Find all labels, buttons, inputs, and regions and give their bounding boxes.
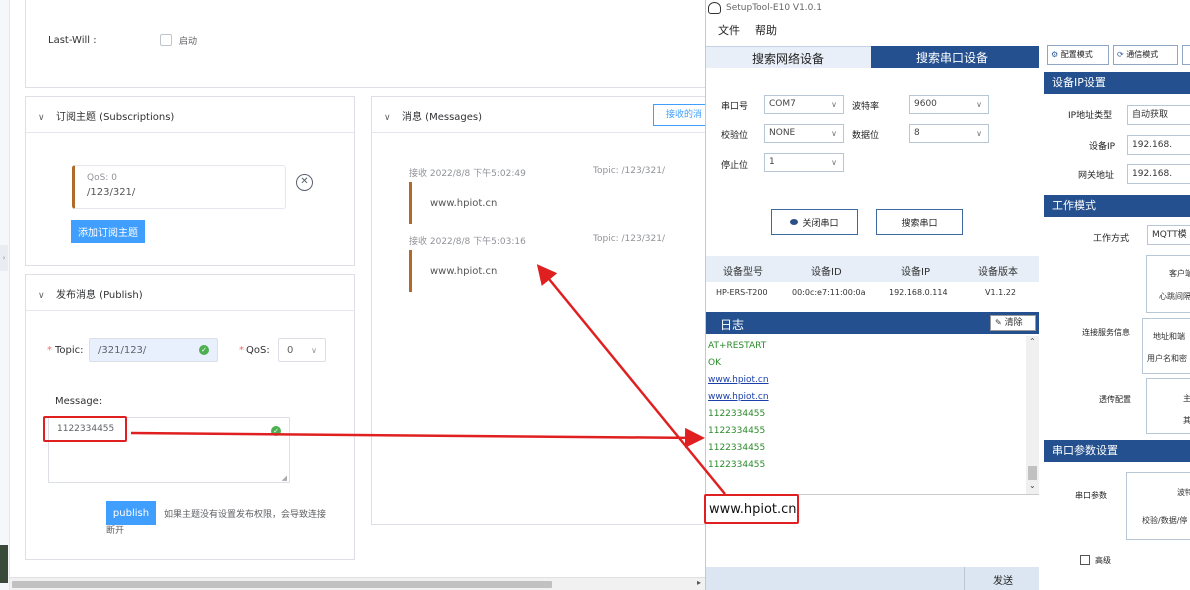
arrow-message-to-app — [130, 427, 705, 448]
annotation-arrows — [130, 264, 726, 495]
arrow-app-to-messages — [536, 264, 726, 495]
